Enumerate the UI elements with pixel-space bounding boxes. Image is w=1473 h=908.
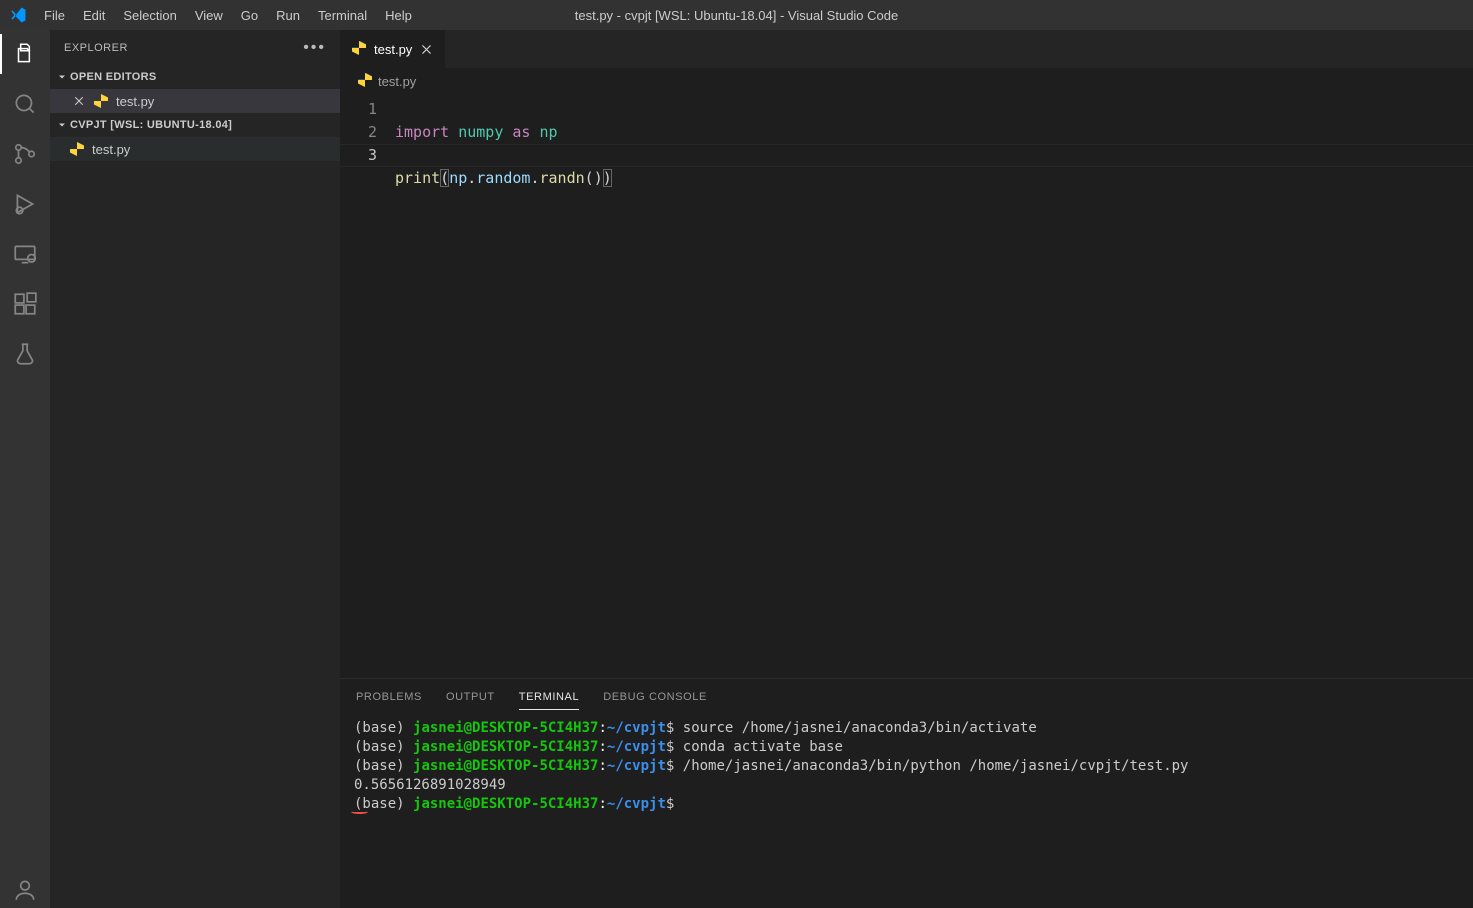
chevron-down-icon: [54, 71, 70, 83]
terminal-line: (base) jasnei@DESKTOP-5CI4H37:~/cvpjt$ c…: [354, 738, 1459, 757]
tab-close-icon[interactable]: [420, 43, 433, 56]
title-bar: File Edit Selection View Go Run Terminal…: [0, 0, 1473, 30]
open-editors-label: OPEN EDITORS: [70, 71, 157, 83]
tab-label: test.py: [374, 42, 412, 57]
panel-tabs: PROBLEMS OUTPUT TERMINAL DEBUG CONSOLE: [340, 679, 1473, 715]
tok: np: [540, 123, 558, 141]
sidebar-title: EXPLORER: [64, 42, 128, 54]
code-editor[interactable]: 1 2 3 import numpy as np print(np.random…: [340, 94, 1473, 678]
testing-icon[interactable]: [11, 340, 39, 368]
editor-group: test.py test.py 1 2 3 import numpy as np…: [340, 30, 1473, 908]
tok: as: [512, 123, 530, 141]
editor-tab-testpy[interactable]: test.py: [340, 30, 446, 68]
source-control-icon[interactable]: [11, 140, 39, 168]
terminal-line: (base) jasnei@DESKTOP-5CI4H37:~/cvpjt$ s…: [354, 719, 1459, 738]
terminal[interactable]: (base) jasnei@DESKTOP-5CI4H37:~/cvpjt$ s…: [340, 715, 1473, 908]
bottom-panel: PROBLEMS OUTPUT TERMINAL DEBUG CONSOLE (…: [340, 678, 1473, 908]
python-file-icon: [68, 142, 86, 156]
extensions-icon[interactable]: [11, 290, 39, 318]
sidebar-more-icon[interactable]: •••: [303, 39, 326, 57]
line-gutter: 1 2 3: [340, 94, 395, 678]
line-number: 2: [340, 121, 377, 144]
breadcrumb[interactable]: test.py: [340, 68, 1473, 94]
vscode-logo-icon: [0, 6, 35, 24]
tok: numpy: [458, 123, 503, 141]
panel-tab-problems[interactable]: PROBLEMS: [356, 685, 422, 709]
tok: np: [449, 169, 467, 187]
menu-edit[interactable]: Edit: [74, 0, 114, 30]
file-tree-filename: test.py: [92, 142, 130, 157]
open-editors-section[interactable]: OPEN EDITORS: [50, 65, 340, 89]
python-file-icon: [358, 73, 372, 90]
python-file-icon: [352, 41, 366, 58]
menu-run[interactable]: Run: [267, 0, 309, 30]
tok: [449, 123, 458, 141]
python-file-icon: [92, 94, 110, 108]
search-icon[interactable]: [11, 90, 39, 118]
tok: print: [395, 169, 440, 187]
terminal-line: (base) jasnei@DESKTOP-5CI4H37:~/cvpjt$ /…: [354, 757, 1459, 776]
sidebar-header: EXPLORER •••: [50, 30, 340, 65]
tok: (: [585, 169, 594, 187]
open-editor-filename: test.py: [116, 94, 154, 109]
menu-go[interactable]: Go: [232, 0, 267, 30]
explorer-icon[interactable]: [11, 40, 39, 68]
tok: ): [603, 169, 612, 187]
menu-selection[interactable]: Selection: [114, 0, 185, 30]
tok: .: [467, 169, 476, 187]
terminal-line: (base) jasnei@DESKTOP-5CI4H37:~/cvpjt$: [354, 795, 1459, 814]
line-number: 3: [340, 144, 377, 167]
accounts-icon[interactable]: [11, 876, 39, 904]
breadcrumb-file: test.py: [378, 74, 416, 89]
menu-file[interactable]: File: [35, 0, 74, 30]
explorer-sidebar: EXPLORER ••• OPEN EDITORS test.py CVPJT …: [50, 30, 340, 908]
activity-bar: [0, 30, 50, 908]
tok: (: [440, 169, 449, 187]
tok: [530, 123, 539, 141]
line-number: 1: [340, 98, 377, 121]
menu-terminal[interactable]: Terminal: [309, 0, 376, 30]
close-icon[interactable]: [70, 95, 88, 107]
run-debug-icon[interactable]: [11, 190, 39, 218]
workspace-label: CVPJT [WSL: UBUNTU-18.04]: [70, 119, 232, 131]
workspace-section[interactable]: CVPJT [WSL: UBUNTU-18.04]: [50, 113, 340, 137]
code-content[interactable]: import numpy as np print(np.random.randn…: [395, 94, 1473, 678]
menu-view[interactable]: View: [186, 0, 232, 30]
menu-help[interactable]: Help: [376, 0, 421, 30]
panel-tab-output[interactable]: OUTPUT: [446, 685, 495, 709]
tok: import: [395, 123, 449, 141]
file-tree-item[interactable]: test.py: [50, 137, 340, 161]
panel-tab-debug[interactable]: DEBUG CONSOLE: [603, 685, 707, 709]
terminal-output: 0.5656126891028949: [354, 776, 1459, 795]
tok: .: [530, 169, 539, 187]
editor-tabs: test.py: [340, 30, 1473, 68]
tok: randn: [540, 169, 585, 187]
remote-explorer-icon[interactable]: [11, 240, 39, 268]
open-editor-item[interactable]: test.py: [50, 89, 340, 113]
menu-bar: File Edit Selection View Go Run Terminal…: [0, 0, 421, 30]
tok: random: [476, 169, 530, 187]
tok: ): [594, 169, 603, 187]
chevron-down-icon: [54, 119, 70, 131]
panel-tab-terminal[interactable]: TERMINAL: [519, 685, 579, 710]
